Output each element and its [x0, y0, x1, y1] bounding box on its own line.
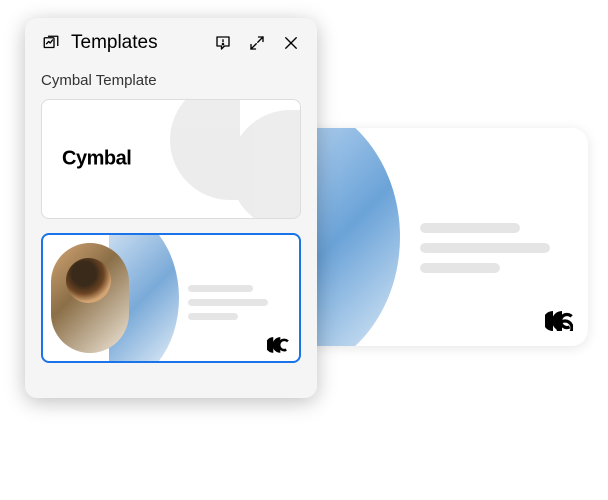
decorative-shapes	[170, 100, 300, 218]
text-placeholder-line	[188, 285, 253, 292]
template-thumbnail-2[interactable]	[41, 233, 301, 363]
text-placeholder-line	[420, 243, 550, 253]
section-label: Cymbal Template	[41, 72, 301, 89]
person-photo	[51, 243, 129, 353]
text-placeholder-line	[420, 263, 500, 273]
template-thumbnail-1[interactable]: Cymbal	[41, 99, 301, 219]
text-placeholder-line	[188, 299, 268, 306]
cymbal-logo-icon	[545, 311, 573, 331]
templates-panel: Templates	[25, 18, 317, 398]
templates-icon	[41, 33, 61, 53]
close-icon[interactable]	[281, 33, 301, 53]
placeholder-text-block	[188, 285, 279, 327]
expand-icon[interactable]	[247, 33, 267, 53]
panel-header: Templates	[41, 32, 301, 54]
panel-title: Templates	[71, 32, 203, 54]
text-placeholder-line	[420, 223, 520, 233]
preview-card-large	[280, 128, 588, 346]
brand-wordmark: Cymbal	[62, 148, 131, 171]
feedback-icon[interactable]	[213, 33, 233, 53]
cymbal-logo-icon	[267, 337, 289, 353]
text-placeholder-line	[188, 313, 238, 320]
placeholder-text-block	[420, 223, 553, 283]
